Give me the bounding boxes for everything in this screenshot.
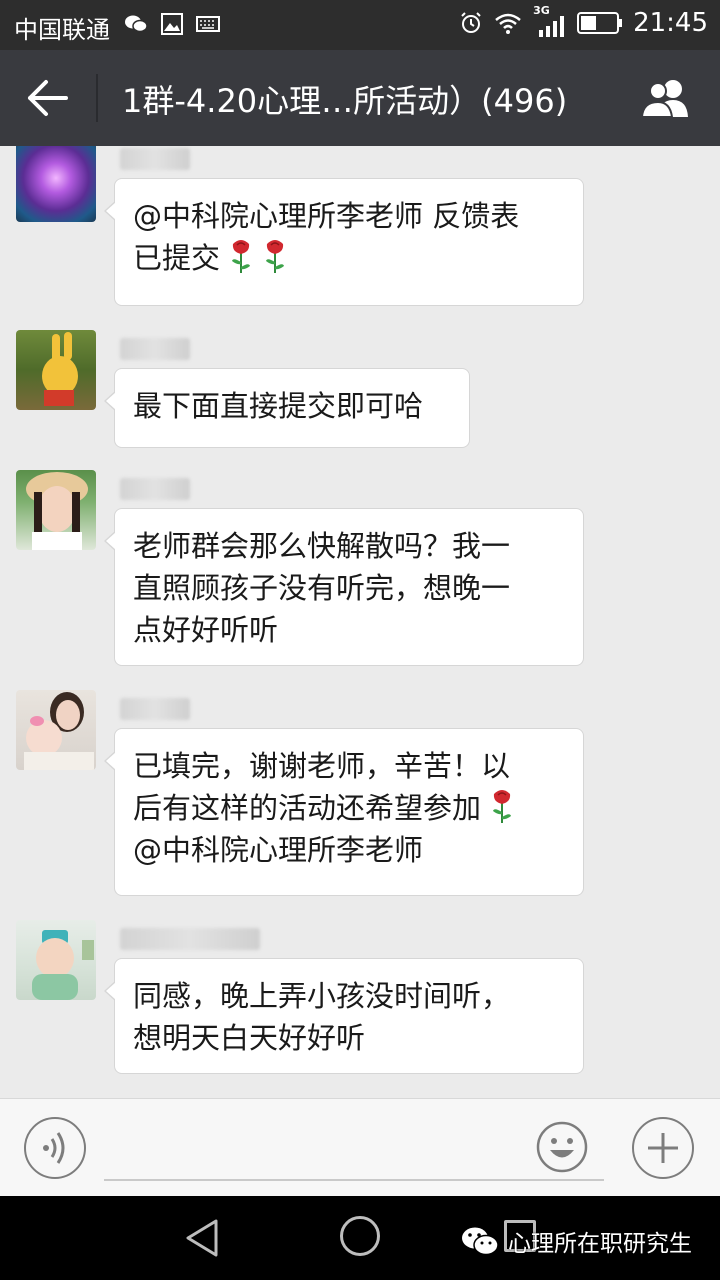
rose-icon [232,240,251,273]
chat-title: 1群-4.20心理…所活动）(496) [122,82,568,120]
voice-icon [43,1132,65,1164]
watermark: 心理所在职研究生 [460,1224,692,1258]
nav-home-icon[interactable] [340,1216,380,1256]
plus-icon [648,1133,678,1163]
message-list[interactable]: @中科院心理所李老师 反馈表 已提交 最下面直接提交即可哈 老师群会那么快解散吗… [0,146,720,1098]
sender-name-blurred [120,148,190,170]
clock-time: 21:45 [633,8,708,38]
header-divider [96,74,98,122]
message-text-line: @中科院心理所李老师 反馈表 [133,199,520,233]
arrow-left-icon[interactable] [26,78,68,118]
message-bubble[interactable]: 已填完，谢谢老师，辛苦！以 后有这样的活动还希望参加 @中科院心理所李老师 [104,728,584,896]
battery-icon [577,12,623,34]
sender-name-blurred [120,928,260,950]
message-bubble[interactable]: @中科院心理所李老师 反馈表 已提交 [104,178,584,306]
message-text-line: @中科院心理所李老师 [133,833,424,867]
sender-name-blurred [120,698,190,720]
sender-name-blurred [120,478,190,500]
message-text-line: 已提交 [133,237,565,279]
chat-header: 1群-4.20心理…所活动）(496) [0,50,720,146]
message-bubble[interactable]: 同感，晚上弄小孩没时间听， 想明天白天好好听 [104,958,584,1074]
carrier-name: 中国联通 [14,16,110,44]
message-text-line: 同感，晚上弄小孩没时间听， [133,979,511,1013]
sender-name-blurred [120,338,190,360]
message-text-line: 后有这样的活动还希望参加 [133,787,565,829]
avatar[interactable] [16,330,96,410]
message-bubble[interactable]: 老师群会那么快解散吗？我一 直照顾孩子没有听完，想晚一 点好好听听 [104,508,584,666]
message-text-line: 最下面直接提交即可哈 [133,389,424,423]
avatar[interactable] [16,920,96,1000]
avatar[interactable] [16,146,96,222]
voice-button[interactable] [24,1117,86,1179]
message-text-line: 点好好听听 [133,613,279,647]
message-text-line: 直照顾孩子没有听完，想晚一 [133,571,511,605]
input-bar [0,1098,720,1196]
alarm-icon [461,12,481,33]
avatar[interactable] [16,690,96,770]
message-bubble[interactable]: 最下面直接提交即可哈 [104,368,470,448]
keyboard-icon [196,16,220,32]
system-nav-bar: 心理所在职研究生 [0,1196,720,1280]
watermark-text: 心理所在职研究生 [508,1231,692,1257]
emoji-icon[interactable] [536,1121,588,1173]
nav-back-icon[interactable] [184,1218,220,1258]
wechat-icon [125,15,148,33]
more-button[interactable] [632,1117,694,1179]
avatar[interactable] [16,470,96,550]
wifi-icon [495,13,521,34]
rose-icon [266,240,285,273]
gallery-icon [161,13,183,35]
group-members-icon[interactable] [638,78,694,118]
wechat-logo-icon [462,1227,499,1256]
message-text-line: 已填完，谢谢老师，辛苦！以 [133,749,511,783]
message-text-line: 老师群会那么快解散吗？我一 [133,529,511,563]
message-input[interactable] [104,1179,604,1181]
status-bar: 中国联通 3G 21:45 [0,0,720,50]
rose-icon [493,790,512,823]
message-text-line: 想明天白天好好听 [133,1021,366,1055]
signal-icon: 3G [533,4,567,38]
message-text: 已提交 [133,241,221,275]
message-text: 后有这样的活动还希望参加 [133,791,482,825]
